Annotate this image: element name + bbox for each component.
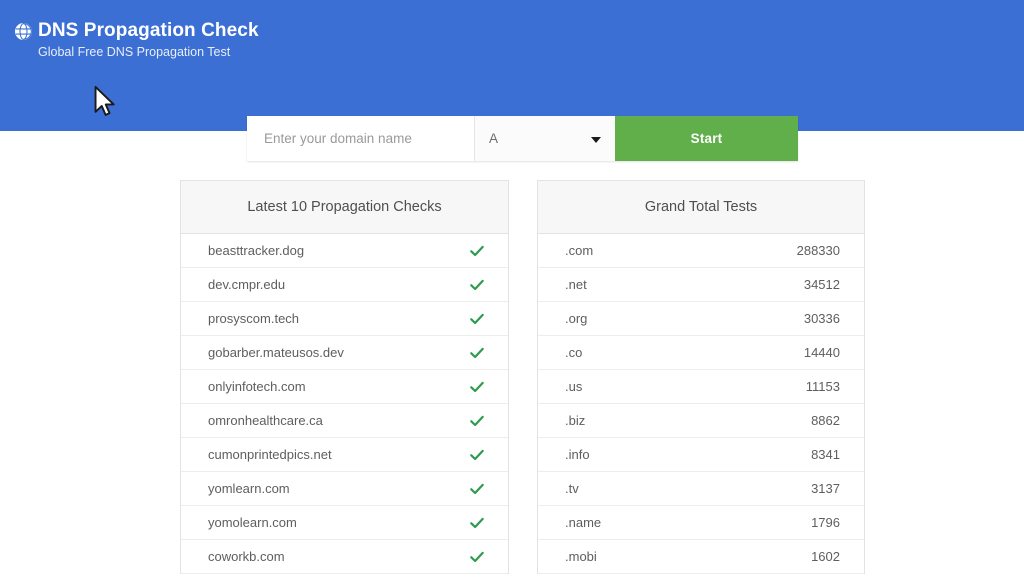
table-row[interactable]: cumonprintedpics.net bbox=[181, 438, 508, 472]
table-row[interactable]: prosyscom.tech bbox=[181, 302, 508, 336]
domain-search-bar: A Start bbox=[247, 116, 798, 161]
table-row[interactable]: omronhealthcare.ca bbox=[181, 404, 508, 438]
status-badge bbox=[470, 346, 484, 360]
domain-name: omronhealthcare.ca bbox=[208, 413, 323, 428]
table-row[interactable]: .name 1796 bbox=[538, 506, 864, 540]
tld-name: .net bbox=[565, 277, 587, 292]
table-row[interactable]: .com 288330 bbox=[538, 234, 864, 268]
tld-name: .co bbox=[565, 345, 583, 360]
table-row[interactable]: .net 34512 bbox=[538, 268, 864, 302]
domain-name: beasttracker.dog bbox=[208, 243, 305, 258]
domain-name: cumonprintedpics.net bbox=[208, 447, 332, 462]
globe-icon bbox=[15, 23, 32, 40]
table-row[interactable]: .us 11153 bbox=[538, 370, 864, 404]
chevron-down-icon bbox=[591, 136, 601, 143]
check-icon bbox=[470, 415, 484, 426]
status-badge bbox=[470, 380, 484, 394]
table-row[interactable]: yomlearn.com bbox=[181, 472, 508, 506]
status-badge bbox=[470, 414, 484, 428]
status-badge bbox=[470, 550, 484, 564]
tld-count: 14440 bbox=[803, 345, 840, 360]
domain-name: gobarber.mateusos.dev bbox=[208, 345, 344, 360]
domain-search-input[interactable] bbox=[247, 116, 474, 161]
domain-name: yomolearn.com bbox=[208, 515, 297, 530]
record-type-value: A bbox=[489, 131, 499, 146]
status-badge bbox=[470, 516, 484, 530]
status-badge bbox=[470, 278, 484, 292]
page-title: DNS Propagation Check bbox=[38, 20, 259, 41]
page-subtitle: Global Free DNS Propagation Test bbox=[38, 45, 231, 59]
status-badge bbox=[470, 244, 484, 258]
check-icon bbox=[470, 381, 484, 392]
table-row[interactable]: dev.cmpr.edu bbox=[181, 268, 508, 302]
status-badge bbox=[470, 482, 484, 496]
check-icon bbox=[470, 449, 484, 460]
tld-name: .name bbox=[565, 515, 602, 530]
check-icon bbox=[470, 551, 484, 562]
check-icon bbox=[470, 347, 484, 358]
table-row[interactable]: .biz 8862 bbox=[538, 404, 864, 438]
tld-count: 8341 bbox=[811, 447, 840, 462]
table-row[interactable]: .co 14440 bbox=[538, 336, 864, 370]
check-icon bbox=[470, 483, 484, 494]
table-row[interactable]: .info 8341 bbox=[538, 438, 864, 472]
table-row[interactable]: .mobi 1602 bbox=[538, 540, 864, 574]
brand-text: DNS Propagation Check bbox=[38, 19, 259, 43]
grand-total-panel: Grand Total Tests .com 288330 .net 34512 .or… bbox=[537, 180, 865, 574]
tld-name: .biz bbox=[565, 413, 586, 428]
domain-name: onlyinfotech.com bbox=[208, 379, 306, 394]
domain-name: dev.cmpr.edu bbox=[208, 277, 286, 292]
table-row[interactable]: yomolearn.com bbox=[181, 506, 508, 540]
start-button[interactable]: Start bbox=[615, 116, 798, 161]
table-row[interactable]: .org 30336 bbox=[538, 302, 864, 336]
tld-count: 8862 bbox=[811, 413, 840, 428]
tld-name: .us bbox=[565, 379, 583, 394]
check-icon bbox=[470, 517, 484, 528]
table-row[interactable]: .tv 3137 bbox=[538, 472, 864, 506]
table-row[interactable]: coworkb.com bbox=[181, 540, 508, 574]
grand-total-title: Grand Total Tests bbox=[538, 181, 864, 234]
tld-name: .mobi bbox=[565, 549, 597, 564]
domain-name: coworkb.com bbox=[208, 549, 285, 564]
tld-count: 11153 bbox=[805, 379, 840, 394]
domain-name: prosyscom.tech bbox=[208, 311, 300, 326]
tld-count: 1602 bbox=[811, 549, 840, 564]
tld-count: 1796 bbox=[811, 515, 840, 530]
domain-name: yomlearn.com bbox=[208, 481, 290, 496]
tld-name: .tv bbox=[565, 481, 579, 496]
table-row[interactable]: gobarber.mateusos.dev bbox=[181, 336, 508, 370]
tld-count: 288330 bbox=[796, 243, 840, 258]
grand-total-list: .com 288330 .net 34512 .org 30336 .co 14440 .us 1… bbox=[538, 234, 864, 574]
latest-checks-list: beasttracker.dog dev.cmpr.edu prosyscom.te… bbox=[181, 234, 508, 574]
record-type-select[interactable]: A bbox=[474, 116, 615, 161]
tld-count: 3137 bbox=[811, 481, 840, 496]
latest-checks-title: Latest 10 Propagation Checks bbox=[181, 181, 508, 234]
status-badge bbox=[470, 312, 484, 326]
page-header: DNS Propagation Check Global Free DNS Pr… bbox=[0, 0, 1024, 131]
table-row[interactable]: beasttracker.dog bbox=[181, 234, 508, 268]
tld-name: .info bbox=[565, 447, 590, 462]
check-icon bbox=[470, 279, 484, 290]
brand: DNS Propagation Check bbox=[15, 19, 259, 43]
table-row[interactable]: onlyinfotech.com bbox=[181, 370, 508, 404]
tld-count: 34512 bbox=[803, 277, 840, 292]
tld-name: .com bbox=[565, 243, 594, 258]
check-icon bbox=[470, 313, 484, 324]
tld-count: 30336 bbox=[803, 311, 840, 326]
tld-name: .org bbox=[565, 311, 588, 326]
check-icon bbox=[470, 245, 484, 256]
status-badge bbox=[470, 448, 484, 462]
latest-checks-panel: Latest 10 Propagation Checks beasttracke… bbox=[180, 180, 509, 574]
